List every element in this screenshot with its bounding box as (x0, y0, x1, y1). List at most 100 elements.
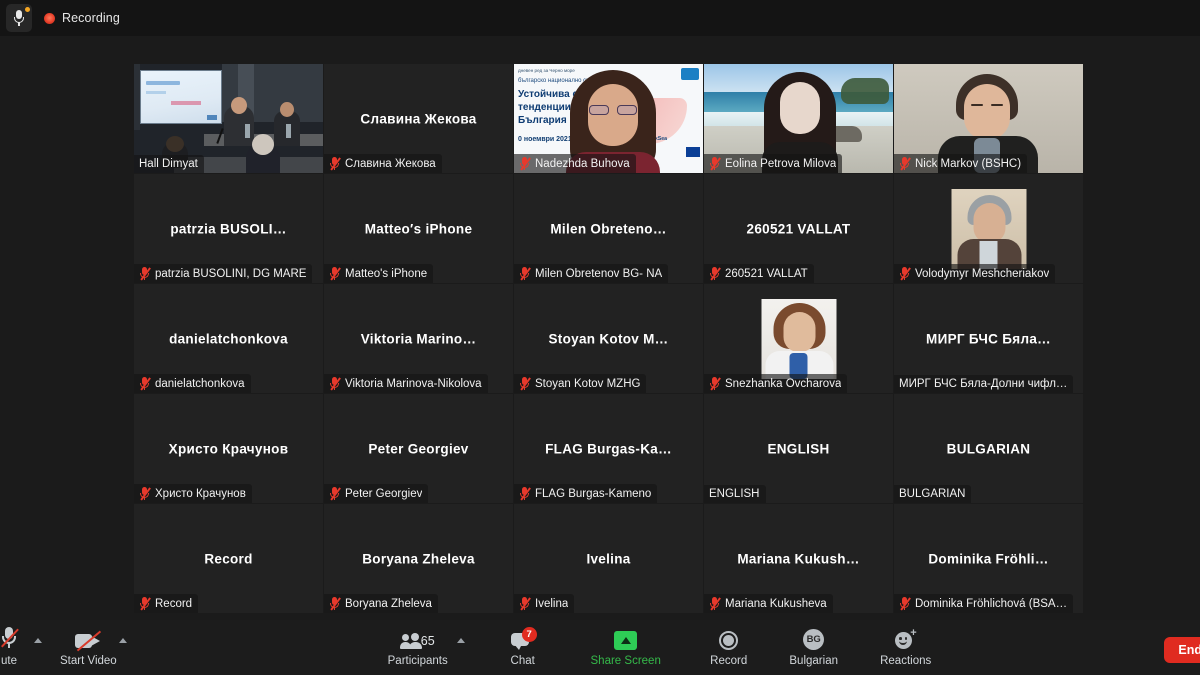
participant-name: 260521 VALLAT (725, 267, 808, 280)
participant-tile[interactable]: Nick Markov (BSHC) (894, 64, 1083, 173)
smiley-plus-icon: + (894, 628, 917, 650)
participant-tile[interactable]: Snezhanka Ovcharova (704, 284, 893, 393)
participant-tile[interactable]: Stoyan Kotov M… Stoyan Kotov MZHG (514, 284, 703, 393)
participant-tile[interactable]: FLAG Burgas-Ka… FLAG Burgas-Kameno (514, 394, 703, 503)
participant-tile[interactable]: 260521 VALLAT 260521 VALLAT (704, 174, 893, 283)
participant-display-name: Peter Georgiev (368, 441, 469, 456)
chevron-up-icon (34, 638, 42, 643)
participant-tile[interactable]: Viktoria Marino… Viktoria Marinova-Nikol… (324, 284, 513, 393)
participant-tile[interactable]: Eolina Petrova Milova (704, 64, 893, 173)
participant-name-bar: Hall Dimyat (134, 155, 204, 173)
participant-name: patrzia BUSOLINI, DG MARE (155, 267, 307, 280)
participant-name: BULGARIAN (899, 488, 966, 500)
leave-meeting-button[interactable]: End (1164, 637, 1200, 663)
muted-mic-icon (139, 377, 151, 391)
participant-name-bar: Ivelina (514, 594, 575, 613)
participant-display-name: 260521 VALLAT (746, 221, 851, 236)
participant-name: Boryana Zheleva (345, 597, 432, 610)
muted-mic-icon (709, 157, 721, 171)
participant-name: danielatchonkova (155, 377, 245, 390)
reactions-button[interactable]: + Reactions (871, 620, 941, 675)
muted-mic-icon (709, 597, 721, 611)
participant-name-bar: Stoyan Kotov MZHG (514, 374, 647, 393)
participant-tile[interactable]: Matteo′s iPhone Matteo's iPhone (324, 174, 513, 283)
record-button[interactable]: Record (701, 620, 757, 675)
participant-tile-bulgarian-channel[interactable]: BULGARIAN BULGARIAN (894, 394, 1083, 503)
participant-name: Ivelina (535, 597, 569, 610)
participant-display-name: Mariana Kukush… (737, 551, 860, 566)
muted-mic-icon (519, 377, 531, 391)
participant-name: Dominika Fröhlichová (BSA… (915, 597, 1068, 610)
participants-button[interactable]: 65 Participants (381, 620, 455, 675)
participant-name-bar: Славина Жекова (324, 154, 442, 173)
muted-mic-icon (519, 267, 531, 281)
interpretation-button[interactable]: BG Bulgarian (781, 620, 847, 675)
mic-status-dot-icon (25, 7, 30, 12)
participant-name: FLAG Burgas-Kameno (535, 487, 652, 500)
interpretation-label: Bulgarian (789, 655, 838, 667)
muted-mic-icon (329, 157, 341, 171)
participant-display-name: Matteo′s iPhone (364, 221, 473, 236)
muted-mic-icon (329, 597, 341, 611)
participant-display-name: Dominika Fröhli… (928, 551, 1049, 566)
participant-tile[interactable]: Hall Dimyat (134, 64, 323, 173)
participant-tile[interactable]: Boryana Zheleva Boryana Zheleva (324, 504, 513, 613)
participant-name: Stoyan Kotov MZHG (535, 377, 641, 390)
chat-bubble-icon: 7 (510, 627, 537, 650)
participant-tile[interactable]: Volodymyr Meshcheriakov (894, 174, 1083, 283)
participant-tile[interactable]: Record Record (134, 504, 323, 613)
participant-display-name: FLAG Burgas-Ka… (545, 441, 672, 456)
video-options-button[interactable] (117, 620, 131, 675)
participant-tile[interactable]: Dominika Fröhli… Dominika Fröhlichová (B… (894, 504, 1083, 613)
participant-tile[interactable]: Peter Georgiev Peter Georgiev (324, 394, 513, 503)
participant-tile[interactable]: danielatchonkova danielatchonkova (134, 284, 323, 393)
share-screen-button[interactable]: Share Screen (583, 620, 669, 675)
chevron-up-icon (456, 638, 465, 643)
participant-display-name: Славина Жекова (360, 111, 477, 126)
participants-options-button[interactable] (455, 620, 469, 675)
microphone-icon[interactable] (6, 4, 32, 32)
participant-name: Milen Obretenov BG- NA (535, 267, 663, 280)
audio-options-button[interactable] (32, 620, 46, 675)
participant-name: ENGLISH (709, 488, 760, 500)
chat-unread-badge: 7 (521, 627, 537, 642)
gallery-grid: Hall Dimyat Славина Жекова Славина Жеков… (134, 64, 1083, 613)
participant-name: Eolina Petrova Milova (725, 157, 837, 170)
participant-tile[interactable]: Христо Крачунов Христо Крачунов (134, 394, 323, 503)
participant-tile[interactable]: Milen Obreteno… Milen Obretenov BG- NA (514, 174, 703, 283)
share-screen-label: Share Screen (590, 655, 661, 667)
participant-name: Volodymyr Meshcheriakov (915, 267, 1050, 280)
participant-name-bar: ENGLISH (704, 485, 766, 503)
participant-name-bar: Dominika Fröhlichová (BSA… (894, 594, 1074, 613)
participant-tile[interactable]: Mariana Kukush… Mariana Kukusheva (704, 504, 893, 613)
participant-display-name: Христо Крачунов (168, 441, 289, 456)
muted-mic-icon (899, 267, 911, 281)
muted-mic-icon (709, 267, 721, 281)
participant-name: Nadezhda Buhova (535, 157, 630, 170)
participant-tile[interactable]: patrzia BUSOLI… patrzia BUSOLINI, DG MAR… (134, 174, 323, 283)
record-label: Record (710, 655, 748, 667)
muted-mic-icon (329, 267, 341, 281)
participant-display-name: Boryana Zheleva (362, 551, 475, 566)
microphone-muted-icon (0, 627, 19, 650)
participant-tile[interactable]: МИРГ БЧС Бяла… МИРГ БЧС Бяла-Долни чифл… (894, 284, 1083, 393)
participant-name-bar: patrzia BUSOLINI, DG MARE (134, 264, 313, 283)
slide-tiny-text: дневен ред за Черно море (518, 68, 575, 73)
participant-tile[interactable]: дневен ред за Черно море българско нацио… (514, 64, 703, 173)
participant-display-name: Milen Obreteno… (550, 221, 667, 236)
participant-name-bar: Boryana Zheleva (324, 594, 438, 613)
participant-tile[interactable]: Славина Жекова Славина Жекова (324, 64, 513, 173)
start-video-label: Start Video (60, 655, 117, 667)
participant-name-bar: Nadezhda Buhova (514, 154, 636, 173)
slide-date: 0 ноември 2021 (518, 136, 572, 143)
start-video-button[interactable]: Start Video (60, 620, 117, 675)
mute-button[interactable]: ute (0, 620, 32, 675)
participant-name-bar: BULGARIAN (894, 485, 972, 503)
chat-button[interactable]: 7 Chat (495, 620, 551, 675)
participant-tile[interactable]: Ivelina Ivelina (514, 504, 703, 613)
participant-display-name: Record (204, 551, 253, 566)
participant-name-bar: Mariana Kukusheva (704, 594, 833, 613)
muted-mic-icon (139, 597, 151, 611)
participant-tile-english-channel[interactable]: ENGLISH ENGLISH (704, 394, 893, 503)
participant-name: Matteo's iPhone (345, 267, 428, 280)
